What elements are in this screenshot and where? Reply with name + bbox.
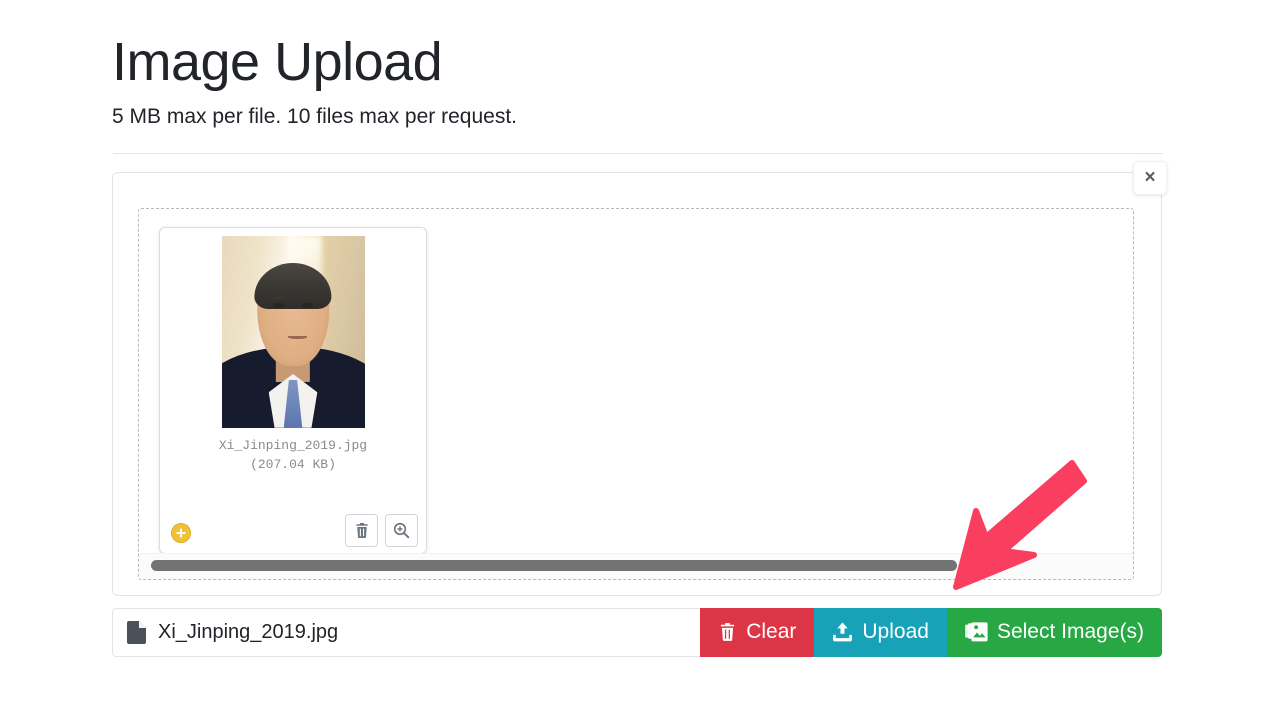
page-subtitle: 5 MB max per file. 10 files max per requ… — [112, 104, 517, 128]
thumbnail-strip: Xi_Jinping_2019.jpg (207.04 KB) — [139, 209, 1133, 554]
upload-preview-panel: × Xi_Jinping_2019.jpg (207.04 KB) — [112, 160, 1167, 596]
card-action-buttons — [345, 513, 418, 547]
file-icon — [127, 620, 146, 644]
trash-icon — [721, 623, 735, 642]
horizontal-scrollbar[interactable] — [139, 552, 1133, 579]
scrollbar-thumb[interactable] — [151, 559, 957, 571]
file-preview-card[interactable]: Xi_Jinping_2019.jpg (207.04 KB) — [159, 226, 427, 554]
page-container: Image Upload 5 MB max per file. 10 files… — [112, 0, 1167, 657]
header-divider — [112, 152, 1163, 154]
file-drop-zone[interactable]: Xi_Jinping_2019.jpg (207.04 KB) — [138, 207, 1134, 580]
trash-icon[interactable] — [345, 513, 378, 547]
upload-button-label: Upload — [862, 620, 929, 644]
clear-button[interactable]: Clear — [700, 607, 815, 657]
clear-button-label: Clear — [746, 620, 797, 644]
upload-icon — [833, 622, 853, 642]
magnifier-plus-icon[interactable] — [385, 513, 418, 547]
images-icon — [965, 622, 988, 642]
upload-button[interactable]: Upload — [814, 607, 947, 657]
file-size-label: (207.04 KB) — [250, 456, 336, 472]
selected-file-caption[interactable]: Xi_Jinping_2019.jpg — [112, 607, 701, 657]
image-upload-page: Image Upload 5 MB max per file. 10 files… — [0, 0, 1280, 712]
move-plus-icon[interactable] — [171, 522, 191, 543]
select-images-button-label: Select Image(s) — [996, 620, 1144, 644]
page-title: Image Upload — [112, 32, 443, 92]
upload-action-bar: Xi_Jinping_2019.jpg Clear Upload Select … — [112, 607, 1162, 657]
thumbnail-image — [221, 235, 365, 428]
close-icon[interactable]: × — [1133, 160, 1167, 195]
file-meta: Xi_Jinping_2019.jpg (207.04 KB) — [160, 436, 426, 474]
selected-file-name: Xi_Jinping_2019.jpg — [158, 620, 339, 643]
select-images-button[interactable]: Select Image(s) — [946, 607, 1162, 657]
thumbnail-image-wrap — [160, 235, 426, 432]
file-name-label: Xi_Jinping_2019.jpg — [218, 437, 368, 453]
